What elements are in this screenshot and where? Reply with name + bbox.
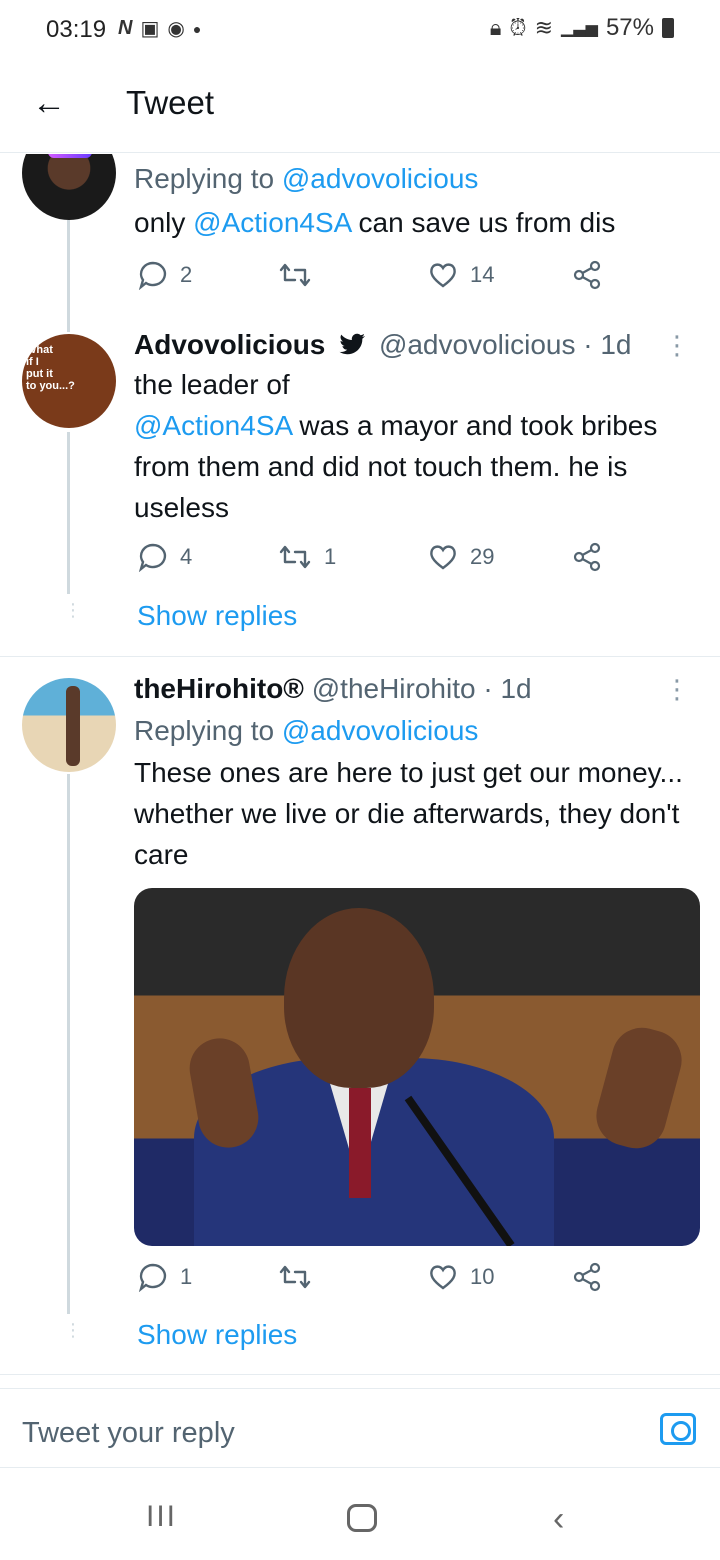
status-bar: 03:19 N ▣ ◉ ● 🔒︎ ⏰︎ ≋ ▁▃▅ 57% bbox=[0, 0, 720, 58]
gallery-icon: ▣ bbox=[140, 18, 160, 40]
like-count: 29 bbox=[470, 544, 495, 569]
dot-icon: ● bbox=[192, 20, 202, 37]
reply-icon bbox=[138, 261, 167, 290]
reply-button[interactable]: 4 bbox=[138, 542, 192, 572]
status-time: 03:19 bbox=[46, 16, 107, 43]
replying-to: Replying to @advovolicious bbox=[134, 715, 479, 746]
retweet-count: 1 bbox=[324, 544, 337, 569]
more-options-icon[interactable]: ⋮ bbox=[664, 330, 690, 361]
signal-icon: ▁▃▅ bbox=[561, 20, 598, 37]
display-name[interactable]: theHirohito® bbox=[134, 673, 304, 704]
reply-to-mention[interactable]: @advovolicious bbox=[282, 163, 479, 194]
alarm-icon: ⏰︎ bbox=[509, 15, 527, 40]
thread-line bbox=[67, 432, 70, 594]
back-button[interactable]: ‹ bbox=[553, 1500, 564, 1539]
share-icon bbox=[573, 1262, 601, 1292]
reply-icon bbox=[138, 543, 167, 572]
lock-icon: 🔒︎ bbox=[489, 15, 502, 40]
reply-composer[interactable]: Tweet your reply bbox=[0, 1388, 720, 1468]
reply-button[interactable]: 2 bbox=[138, 260, 192, 290]
more-options-icon[interactable]: ⋮ bbox=[664, 674, 690, 705]
recent-apps-button[interactable]: III bbox=[146, 1500, 177, 1534]
reply-to-mention[interactable]: @advovolicious bbox=[282, 715, 479, 746]
avatar[interactable] bbox=[22, 154, 116, 220]
like-button[interactable]: 14 bbox=[428, 260, 494, 290]
tweet[interactable]: theHirohito® @theHirohito · 1d Replying … bbox=[134, 672, 700, 875]
retweet-button[interactable]: 1 bbox=[278, 542, 336, 572]
heart-icon bbox=[430, 545, 456, 570]
wifi-icon: ≋ bbox=[534, 15, 554, 40]
retweet-icon bbox=[279, 1265, 311, 1289]
retweet-button[interactable] bbox=[278, 260, 324, 290]
arrow-left-icon[interactable]: ← bbox=[32, 84, 66, 123]
share-button[interactable] bbox=[572, 260, 602, 290]
show-replies-link[interactable]: Show replies bbox=[137, 600, 297, 632]
divider bbox=[0, 1374, 720, 1375]
handle: @advovolicious bbox=[378, 329, 576, 360]
retweet-icon bbox=[279, 545, 311, 569]
mention-link[interactable]: @Action4SA bbox=[193, 207, 351, 238]
tweet-actions: 1 10 bbox=[134, 1262, 614, 1302]
replying-to: Replying to @advovolicious bbox=[134, 163, 479, 194]
timestamp: · 1d bbox=[583, 329, 632, 360]
heart-icon bbox=[430, 263, 456, 288]
page-title: Tweet bbox=[126, 84, 215, 121]
like-count: 10 bbox=[470, 1264, 495, 1289]
reply-count: 4 bbox=[180, 544, 193, 569]
avatar[interactable]: What if I put it to you...? bbox=[22, 334, 116, 428]
like-count: 14 bbox=[470, 262, 495, 287]
thread-dots: ⋮ bbox=[64, 1320, 82, 1340]
handle: @theHirohito bbox=[311, 673, 476, 704]
avatar[interactable] bbox=[22, 678, 116, 772]
tweet-feed[interactable]: Replying to @advovolicious only @Action4… bbox=[0, 154, 720, 1384]
tweet-actions: 2 14 bbox=[134, 260, 614, 300]
share-icon bbox=[573, 542, 601, 572]
timestamp: · 1d bbox=[483, 673, 532, 704]
twitter-bird-icon bbox=[339, 333, 366, 355]
reply-count: 2 bbox=[180, 262, 193, 287]
thread-line bbox=[67, 220, 70, 332]
reply-input[interactable]: Tweet your reply bbox=[22, 1417, 235, 1450]
thread-line bbox=[67, 774, 70, 1314]
share-icon bbox=[573, 260, 601, 290]
reply-count: 1 bbox=[180, 1264, 193, 1289]
battery-percent: 57% bbox=[605, 14, 654, 41]
camera-icon[interactable] bbox=[660, 1413, 696, 1445]
tweet-header: Advovolicious @advovolicious · 1d bbox=[134, 328, 700, 362]
battery-icon bbox=[662, 18, 674, 38]
like-button[interactable]: 29 bbox=[428, 542, 494, 572]
n-icon: N bbox=[118, 17, 133, 39]
spotify-icon: ◉ bbox=[167, 18, 185, 40]
top-app-bar: ← Tweet bbox=[0, 58, 720, 153]
reply-icon bbox=[138, 1263, 167, 1292]
share-button[interactable] bbox=[572, 1262, 602, 1292]
tweet-actions: 4 1 29 bbox=[134, 542, 614, 582]
tweet-header: theHirohito® @theHirohito · 1d bbox=[134, 672, 700, 706]
divider bbox=[0, 656, 720, 657]
mention-link[interactable]: @Action4SA bbox=[134, 410, 292, 441]
tweet-media-image[interactable] bbox=[134, 888, 700, 1246]
retweet-icon bbox=[279, 263, 311, 287]
like-button[interactable]: 10 bbox=[428, 1262, 494, 1292]
system-nav-bar: III ‹ bbox=[0, 1470, 720, 1560]
home-button[interactable] bbox=[347, 1504, 377, 1532]
tweet[interactable]: Advovolicious @advovolicious · 1d the le… bbox=[134, 328, 700, 528]
tweet-text: only @Action4SA can save us from dis bbox=[134, 207, 616, 238]
show-replies-link[interactable]: Show replies bbox=[137, 1319, 297, 1351]
thread-dots: ⋮ bbox=[64, 600, 82, 620]
tweet[interactable]: Replying to @advovolicious only @Action4… bbox=[134, 162, 700, 243]
retweet-button[interactable] bbox=[278, 1262, 324, 1292]
display-name[interactable]: Advovolicious bbox=[134, 329, 325, 360]
tweet-text: These ones are here to just get our mone… bbox=[134, 757, 683, 870]
reply-button[interactable]: 1 bbox=[138, 1262, 192, 1292]
share-button[interactable] bbox=[572, 542, 602, 572]
tweet-text: the leader of @Action4SA was a mayor and… bbox=[134, 369, 658, 523]
heart-icon bbox=[430, 1265, 456, 1290]
